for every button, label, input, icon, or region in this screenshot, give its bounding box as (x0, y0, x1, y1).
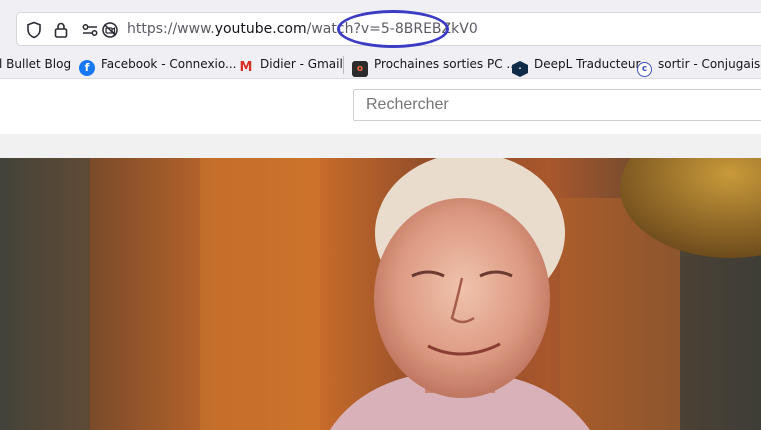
conjugaison-icon: c (637, 62, 652, 77)
search-input[interactable]: Rechercher (353, 89, 761, 121)
lock-icon[interactable] (52, 21, 70, 39)
url-path: /watch?v=5-8BREBZkV0 (306, 21, 478, 37)
bookmark-label: Prochaines sorties PC ... (374, 57, 518, 71)
url-host: youtube.com (214, 21, 307, 37)
deepl-icon: · (512, 61, 528, 77)
video-frame (0, 158, 761, 430)
site-icon: o (352, 61, 368, 77)
video-player[interactable] (0, 158, 761, 430)
bookmark-bullet-blog[interactable]: l Bullet Blog (0, 50, 71, 78)
facebook-icon: f (79, 60, 95, 76)
browser-toolbar: https://www.youtube.com/watch?v=5-8BREBZ… (0, 0, 761, 50)
url-text[interactable]: https://www.youtube.com/watch?v=5-8BREBZ… (127, 13, 478, 45)
address-bar[interactable]: https://www.youtube.com/watch?v=5-8BREBZ… (16, 12, 761, 46)
bookmark-conjugaison[interactable]: c sortir - Conjugaison (637, 50, 761, 78)
bookmarks-bar: l Bullet Blog f Facebook - Connexio... MD… (0, 50, 761, 79)
bookmark-gmail[interactable]: M Didier - Gmail (238, 50, 343, 78)
camera-blocked-icon[interactable] (101, 21, 119, 39)
bookmark-label: Didier - Gmail (260, 57, 343, 71)
youtube-header: Rechercher (0, 79, 761, 134)
bookmark-label: sortir - Conjugaison (658, 57, 761, 71)
bookmarks-separator (343, 56, 344, 74)
bookmark-label: l Bullet Blog (0, 57, 72, 71)
permissions-icon[interactable] (81, 21, 99, 39)
gmail-icon: M (239, 60, 253, 75)
bookmark-deepl[interactable]: · DeepL Traducteur (512, 50, 640, 78)
url-prefix: https://www. (127, 21, 215, 37)
bookmark-label: DeepL Traducteur (534, 57, 641, 71)
bookmark-prochaines-sorties[interactable]: o Prochaines sorties PC ... (352, 50, 518, 78)
bookmark-label: Facebook - Connexio... (101, 57, 237, 71)
shield-icon[interactable] (25, 21, 43, 39)
header-spacer (0, 134, 761, 158)
bookmark-facebook[interactable]: f Facebook - Connexio... (79, 50, 236, 78)
